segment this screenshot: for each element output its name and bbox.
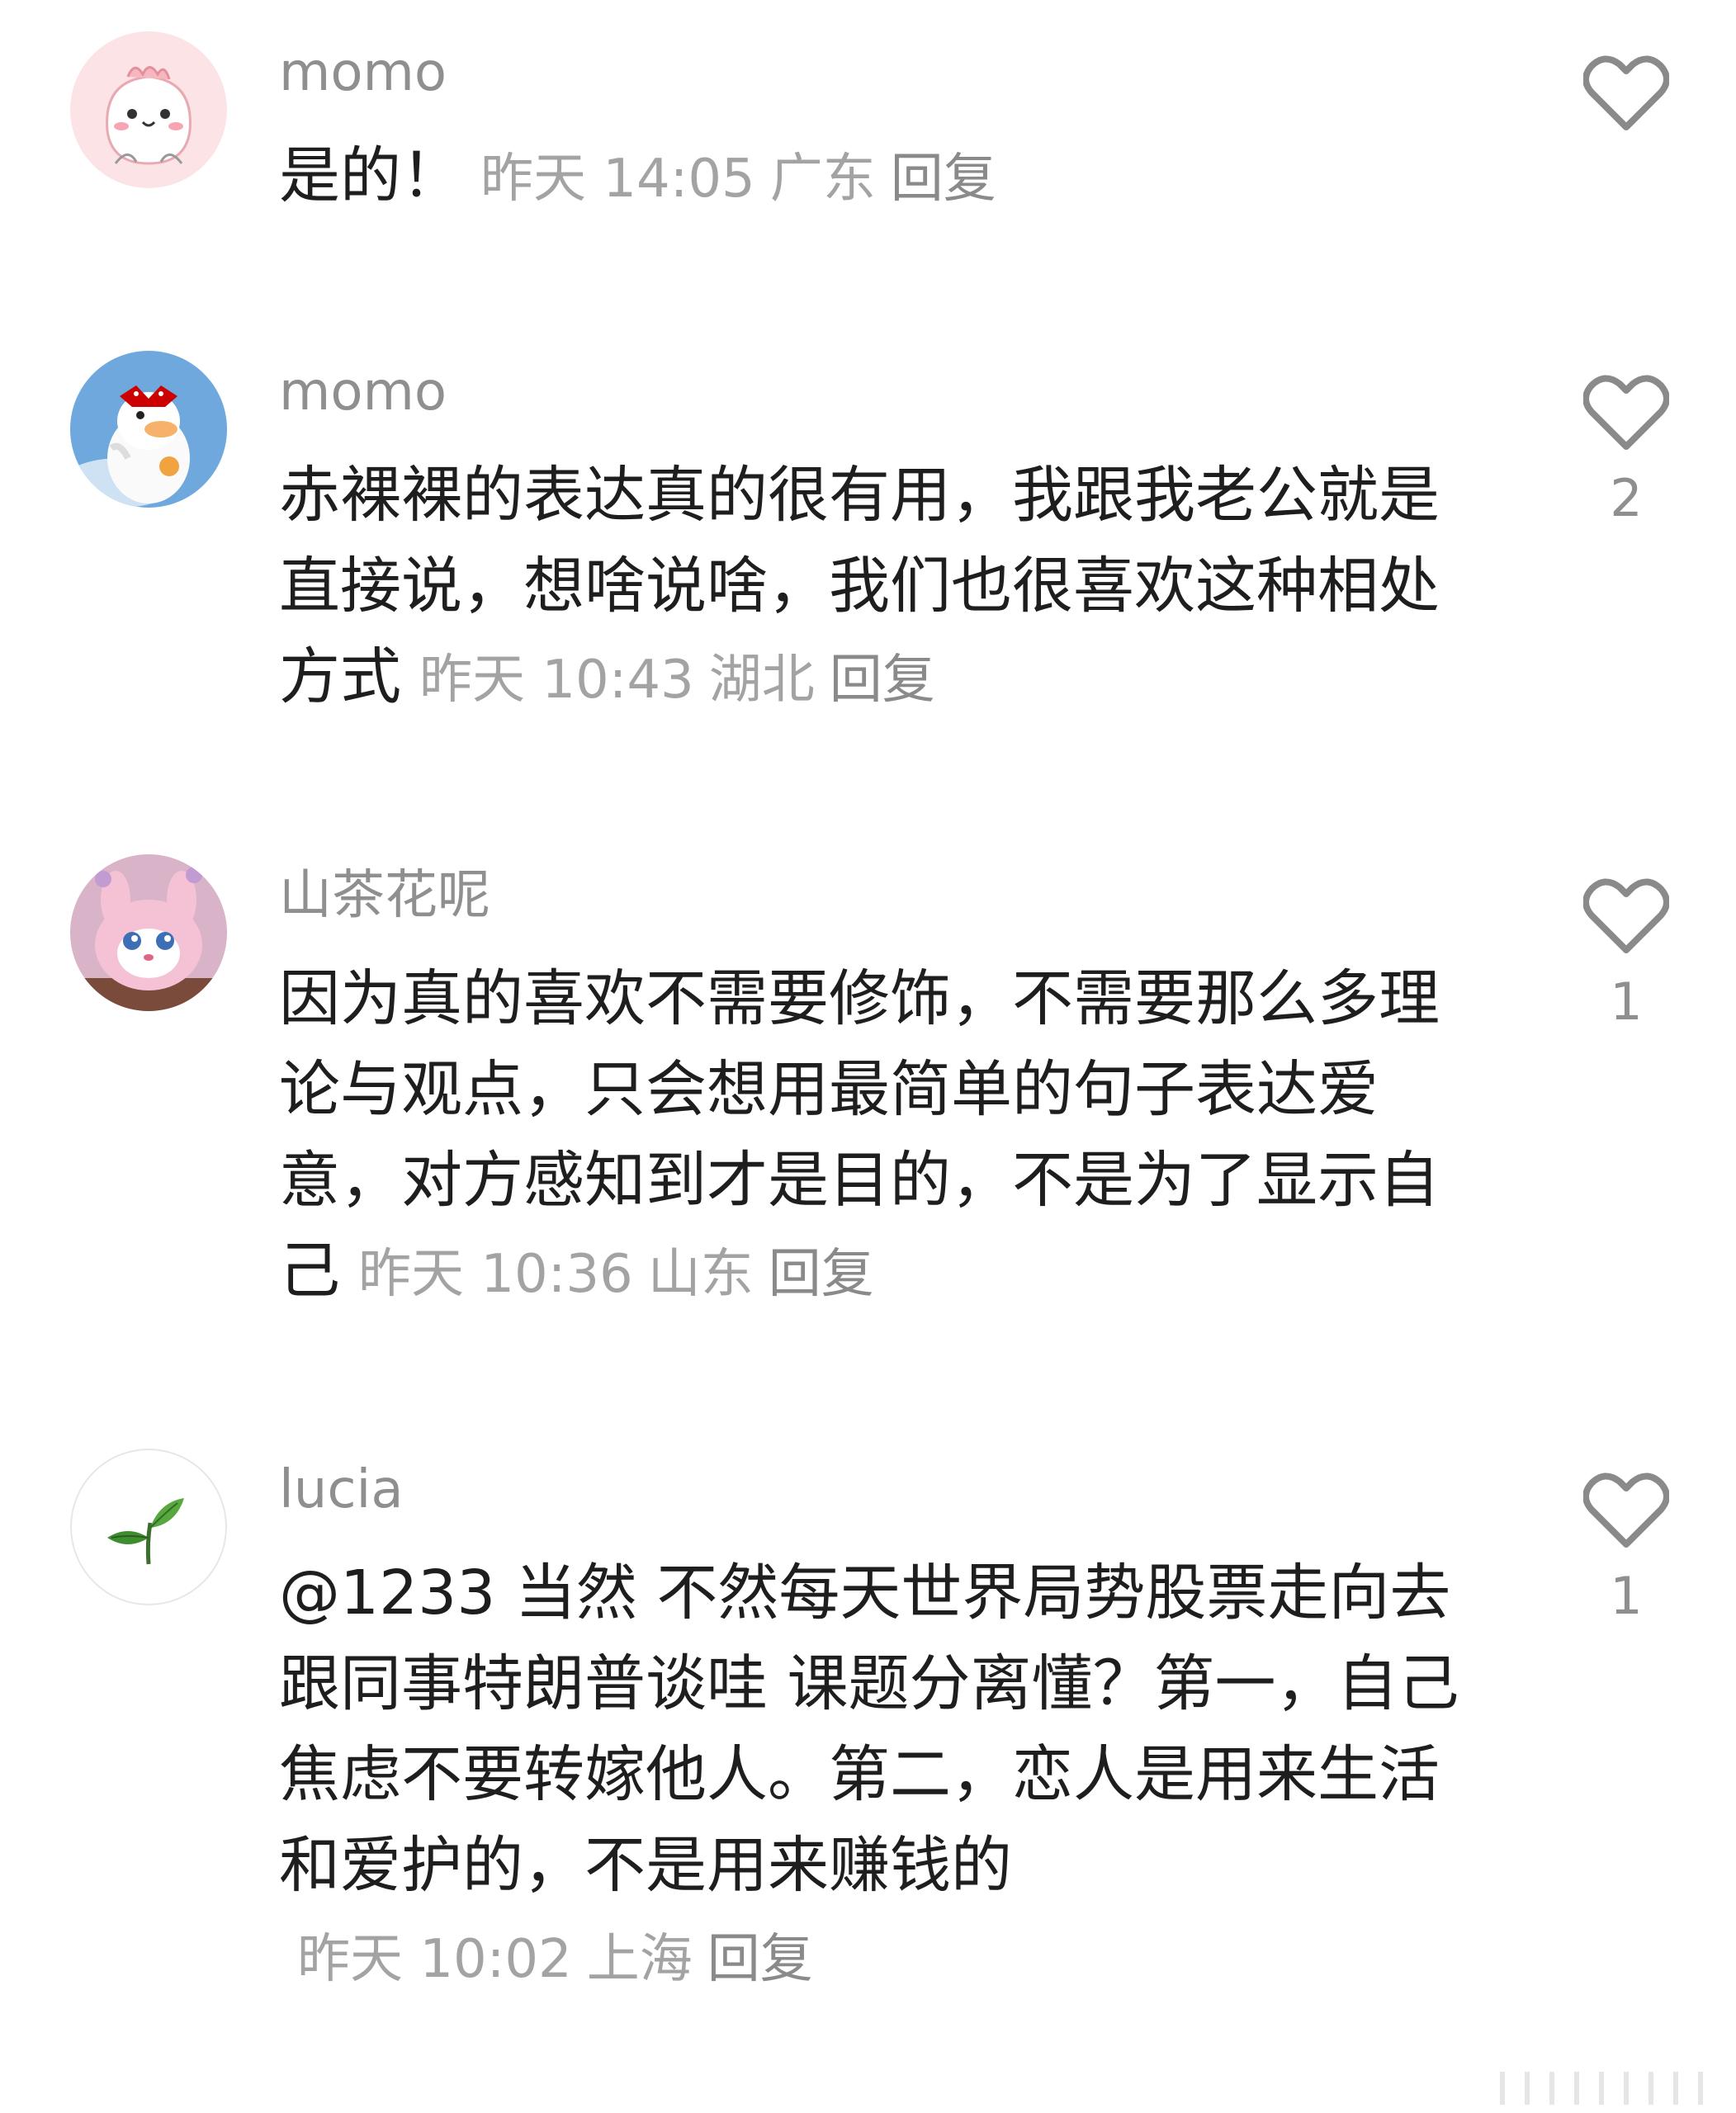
watermark-logo	[1494, 2068, 1725, 2109]
username[interactable]: momo	[279, 359, 447, 425]
avatar[interactable]	[70, 31, 227, 188]
like-count: 2	[1610, 468, 1643, 528]
like-button[interactable]: 1	[1581, 1472, 1672, 1625]
like-count: 1	[1610, 971, 1643, 1032]
heart-outline-icon	[1581, 374, 1672, 451]
like-button[interactable]	[1581, 54, 1672, 150]
reply-button[interactable]: 回复	[769, 1244, 874, 1305]
comment-text: 是的！	[279, 140, 462, 211]
reply-button[interactable]: 回复	[707, 1929, 813, 1990]
comment-meta: 昨天 14:05 广东 回复	[480, 149, 1011, 210]
comment-time: 昨天 10:02	[297, 1929, 572, 1990]
like-button[interactable]: 2	[1581, 374, 1672, 527]
avatar[interactable]	[70, 854, 227, 1011]
comment-text-block: 赤裸裸的表达真的很有用，我跟我老公就是直接说，想啥说啥，我们也很喜欢这种相处方式…	[279, 450, 1468, 726]
comment-meta: 昨天 10:43 湖北 回复	[419, 650, 950, 711]
pink-blob-icon	[70, 31, 227, 188]
heart-outline-icon	[1581, 877, 1672, 955]
comment-time: 昨天 10:43	[419, 650, 694, 711]
username[interactable]: momo	[279, 40, 447, 106]
username[interactable]: 山茶花呢	[279, 863, 490, 929]
heart-outline-icon	[1581, 1472, 1672, 1549]
sprout-icon	[70, 1449, 227, 1605]
like-count: 1	[1610, 1566, 1643, 1626]
comment-text-block: 因为真的喜欢不需要修饰，不需要那么多理论与观点，只会想用最简单的句子表达爱意，对…	[279, 953, 1468, 1320]
comment-meta: 昨天 10:02 上海 回复	[297, 1929, 828, 1990]
comment-text-block: @1233 当然 不然每天世界局势股票走向去跟同事特朗普谈哇 课题分离懂？第一，…	[279, 1548, 1468, 2005]
comment-text: @1233 当然 不然每天世界局势股票走向去跟同事特朗普谈哇 课题分离懂？第一，…	[279, 1558, 1459, 1901]
comment-location: 湖北	[708, 650, 815, 711]
reply-button[interactable]: 回复	[830, 650, 935, 711]
comment-location: 广东	[769, 149, 876, 210]
like-button[interactable]: 1	[1581, 877, 1672, 1031]
avatar[interactable]	[70, 1449, 227, 1605]
comment-text-block: 是的！ 昨天 14:05 广东 回复	[279, 130, 1468, 225]
comment-meta: 昨天 10:36 山东 回复	[358, 1244, 889, 1305]
comment-time: 昨天 10:36	[358, 1244, 633, 1305]
pink-bunny-icon	[70, 854, 227, 1011]
heart-outline-icon	[1581, 54, 1672, 132]
comment-list: momo 是的！ 昨天 14:05 广东 回复 momo 赤裸裸的表达真的很有用…	[0, 0, 1736, 2113]
comment-location: 上海	[586, 1929, 693, 1990]
reply-button[interactable]: 回复	[891, 149, 996, 210]
username[interactable]: lucia	[279, 1457, 404, 1523]
comment-location: 山东	[647, 1244, 754, 1305]
avatar[interactable]	[70, 351, 227, 508]
duck-with-bow-icon	[70, 351, 227, 508]
comment-time: 昨天 14:05	[480, 149, 755, 210]
